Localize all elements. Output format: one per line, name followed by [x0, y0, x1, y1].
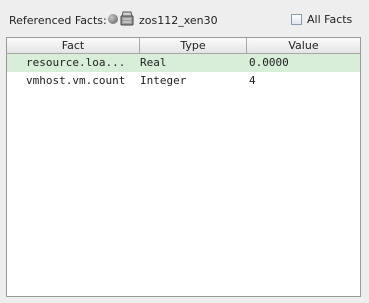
column-header-fact[interactable]: Fact [7, 38, 140, 53]
status-dot-icon [108, 14, 118, 24]
table-row[interactable]: resource.loa... Real 0.0000 [7, 54, 360, 72]
fact-cell: resource.loa... [26, 56, 126, 69]
table-header: Fact Type Value [7, 38, 360, 54]
column-header-value[interactable]: Value [247, 38, 360, 53]
value-cell: 0.0000 [249, 56, 289, 69]
referenced-facts-label: Referenced Facts: [9, 14, 107, 27]
all-facts-label: All Facts [307, 13, 353, 26]
value-cell: 4 [249, 74, 256, 87]
column-header-type[interactable]: Type [140, 38, 247, 53]
host-name: zos112_xen30 [139, 14, 218, 27]
type-cell: Integer [140, 74, 187, 87]
table-row[interactable]: vmhost.vm.count Integer 4 [7, 72, 360, 90]
referenced-facts-header: Referenced Facts: zos112_xen30 All Facts [0, 0, 369, 34]
all-facts-toggle[interactable]: All Facts [291, 13, 352, 26]
all-facts-checkbox[interactable] [291, 14, 302, 25]
facts-table: Fact Type Value resource.loa... Real 0.0… [6, 37, 361, 297]
fact-cell: vmhost.vm.count [26, 74, 126, 87]
host-icon [120, 11, 134, 26]
type-cell: Real [140, 56, 167, 69]
